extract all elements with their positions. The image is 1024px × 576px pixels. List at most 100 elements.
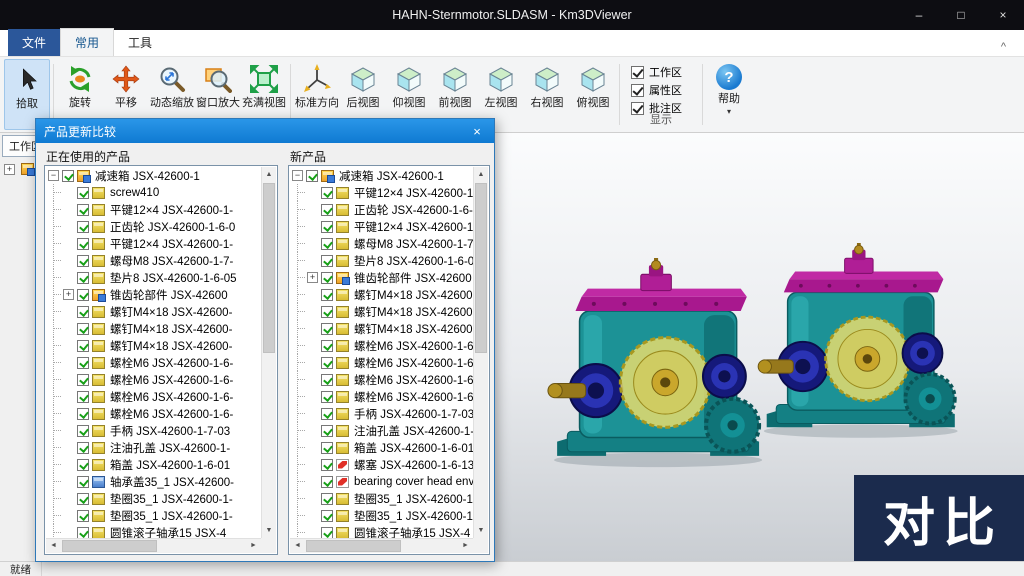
scroll-right-icon[interactable]: ►	[458, 539, 473, 553]
expander-icon[interactable]: −	[48, 170, 59, 181]
tree-item[interactable]: 平键12×4 JSX-42600-1-	[46, 201, 261, 218]
scroll-left-icon[interactable]: ◄	[46, 539, 61, 553]
tree-item[interactable]: 螺钉M4×18 JSX-42600-	[46, 320, 261, 337]
tree-item[interactable]: + 锥齿轮部件 JSX-42600	[290, 269, 473, 286]
checkbox-checked-icon[interactable]	[321, 255, 333, 267]
horizontal-scrollbar[interactable]: ◄ ►	[46, 538, 261, 553]
tree-item[interactable]: 轴承盖35_1 JSX-42600-	[46, 473, 261, 490]
tree-item[interactable]: 平键12×4 JSX-42600-1-	[46, 235, 261, 252]
tree-item[interactable]: 垫圈35_1 JSX-42600-1-	[290, 507, 473, 524]
top-view-button[interactable]: 俯视图	[570, 59, 616, 130]
checkbox-checked-icon[interactable]	[77, 238, 89, 250]
checkbox-checked-icon[interactable]	[77, 221, 89, 233]
tree-item[interactable]: 螺钉M4×18 JSX-42600-	[46, 303, 261, 320]
tree-item[interactable]: 螺栓M6 JSX-42600-1-6-	[290, 388, 473, 405]
expander-icon[interactable]: +	[4, 164, 15, 175]
scroll-left-icon[interactable]: ◄	[290, 539, 305, 553]
tree-item[interactable]: 垫片8 JSX-42600-1-6-05	[290, 252, 473, 269]
checkbox-checked-icon[interactable]	[321, 289, 333, 301]
checkbox-checked-icon[interactable]	[321, 306, 333, 318]
checkbox-checked-icon[interactable]	[77, 510, 89, 522]
checkbox-checked-icon[interactable]	[77, 323, 89, 335]
tree-item[interactable]: 平键12×4 JSX-42600-1-	[290, 184, 473, 201]
scrollbar-thumb[interactable]	[263, 183, 275, 353]
scrollbar-thumb[interactable]	[475, 183, 487, 353]
tree-item[interactable]: 螺栓M6 JSX-42600-1-6-	[290, 371, 473, 388]
tree-root[interactable]: − 减速箱 JSX-42600-1	[290, 167, 473, 184]
vertical-scrollbar[interactable]: ▲ ▼	[473, 167, 488, 538]
checkbox-checked-icon[interactable]	[77, 272, 89, 284]
tree-item[interactable]: 箱盖 JSX-42600-1-6-01	[46, 456, 261, 473]
tree-item[interactable]: 垫片8 JSX-42600-1-6-05	[46, 269, 261, 286]
tree-item[interactable]: 垫圈35_1 JSX-42600-1-	[46, 507, 261, 524]
workspace-checkbox-row[interactable]: 工作区	[631, 63, 691, 81]
tree-item[interactable]: 螺栓M6 JSX-42600-1-6-	[46, 371, 261, 388]
ribbon-collapse-icon[interactable]: ^	[995, 38, 1012, 56]
tree-item[interactable]: + 锥齿轮部件 JSX-42600	[46, 286, 261, 303]
scrollbar-thumb[interactable]	[62, 540, 157, 552]
checkbox-checked-icon[interactable]	[321, 510, 333, 522]
checkbox-checked-icon[interactable]	[77, 476, 89, 488]
tree-item[interactable]: 螺母M8 JSX-42600-1-7-	[290, 235, 473, 252]
vertical-scrollbar[interactable]: ▲ ▼	[261, 167, 276, 538]
checkbox-checked-icon[interactable]	[321, 204, 333, 216]
tree-item[interactable]: screw410	[46, 184, 261, 201]
checkbox-checked-icon[interactable]	[77, 391, 89, 403]
tree-root[interactable]: − 减速箱 JSX-42600-1	[46, 167, 261, 184]
tree-item[interactable]: 垫圈35_1 JSX-42600-1-	[46, 490, 261, 507]
checkbox-checked-icon[interactable]	[306, 170, 318, 182]
checkbox-checked-icon[interactable]	[77, 493, 89, 505]
checkbox-checked-icon[interactable]	[77, 408, 89, 420]
dialog-titlebar[interactable]: 产品更新比较 ×	[36, 119, 494, 143]
scroll-down-icon[interactable]: ▼	[474, 523, 488, 538]
checkbox-checked-icon[interactable]	[631, 84, 644, 97]
tree-item[interactable]: 螺塞 JSX-42600-1-6-13	[290, 456, 473, 473]
expander-icon[interactable]: −	[292, 170, 303, 181]
workspace-tree-node[interactable]: +	[4, 163, 38, 175]
checkbox-checked-icon[interactable]	[77, 425, 89, 437]
checkbox-checked-icon[interactable]	[321, 476, 333, 488]
scrollbar-thumb[interactable]	[306, 540, 401, 552]
checkbox-checked-icon[interactable]	[77, 527, 89, 539]
tree-item[interactable]: 螺母M8 JSX-42600-1-7-	[46, 252, 261, 269]
checkbox-checked-icon[interactable]	[631, 66, 644, 79]
checkbox-checked-icon[interactable]	[321, 442, 333, 454]
tree-item[interactable]: 正齿轮 JSX-42600-1-6-0	[46, 218, 261, 235]
scroll-up-icon[interactable]: ▲	[474, 167, 488, 182]
checkbox-checked-icon[interactable]	[62, 170, 74, 182]
properties-checkbox-row[interactable]: 属性区	[631, 81, 691, 99]
checkbox-checked-icon[interactable]	[321, 374, 333, 386]
tree-item[interactable]: 平键12×4 JSX-42600-1-	[290, 218, 473, 235]
tree-item[interactable]: 螺栓M6 JSX-42600-1-6-	[46, 354, 261, 371]
tree-item[interactable]: 螺钉M4×18 JSX-42600-	[46, 337, 261, 354]
scroll-down-icon[interactable]: ▼	[262, 523, 276, 538]
checkbox-checked-icon[interactable]	[321, 527, 333, 539]
tree-item[interactable]: 螺栓M6 JSX-42600-1-6-	[290, 354, 473, 371]
tree-item[interactable]: bearing cover head enve	[290, 473, 473, 490]
checkbox-checked-icon[interactable]	[77, 289, 89, 301]
tree-item[interactable]: 螺栓M6 JSX-42600-1-6-	[290, 337, 473, 354]
minimize-button[interactable]: –	[898, 0, 940, 30]
expander-icon[interactable]: +	[63, 289, 74, 300]
tab-home[interactable]: 常用	[60, 28, 114, 56]
checkbox-checked-icon[interactable]	[321, 238, 333, 250]
checkbox-checked-icon[interactable]	[77, 255, 89, 267]
expander-icon[interactable]: +	[307, 272, 318, 283]
checkbox-checked-icon[interactable]	[321, 221, 333, 233]
maximize-button[interactable]: □	[940, 0, 982, 30]
checkbox-checked-icon[interactable]	[321, 340, 333, 352]
dialog-close-icon[interactable]: ×	[468, 124, 486, 139]
tree-item[interactable]: 圆锥滚子轴承15 JSX-4	[290, 524, 473, 538]
horizontal-scrollbar[interactable]: ◄ ►	[290, 538, 473, 553]
tree-item[interactable]: 螺钉M4×18 JSX-42600-	[290, 320, 473, 337]
checkbox-checked-icon[interactable]	[77, 442, 89, 454]
checkbox-checked-icon[interactable]	[77, 187, 89, 199]
tree-item[interactable]: 圆锥滚子轴承15 JSX-4	[46, 524, 261, 538]
checkbox-checked-icon[interactable]	[77, 306, 89, 318]
tree-item[interactable]: 手柄 JSX-42600-1-7-03	[46, 422, 261, 439]
help-button[interactable]: ? 帮助 ▾	[706, 59, 752, 130]
checkbox-checked-icon[interactable]	[77, 204, 89, 216]
checkbox-checked-icon[interactable]	[321, 425, 333, 437]
checkbox-checked-icon[interactable]	[321, 459, 333, 471]
checkbox-checked-icon[interactable]	[77, 357, 89, 369]
